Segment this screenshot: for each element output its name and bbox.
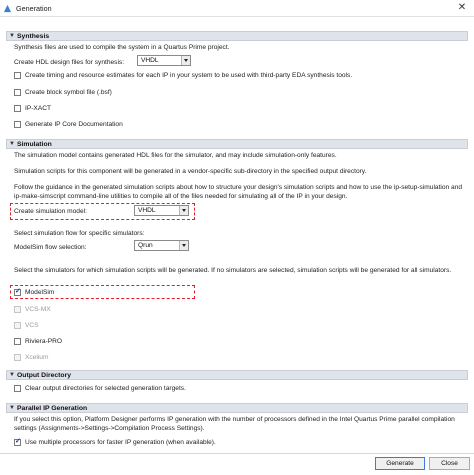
output-directory-section-header[interactable]: ▼ Output Directory <box>6 370 468 380</box>
riviera-pro-label: Riviera-PRO <box>25 338 63 345</box>
simulation-desc-1: The simulation model contains generated … <box>14 152 337 159</box>
ip-xact-label: IP-XACT <box>25 105 52 112</box>
chevron-down-icon <box>181 56 190 65</box>
block-symbol-label: Create block symbol file (.bsf) <box>25 89 112 96</box>
hdl-design-files-value: VHDL <box>141 57 159 64</box>
block-symbol-checkbox[interactable] <box>14 89 21 96</box>
xcelium-checkbox[interactable] <box>14 354 21 361</box>
simulation-section-header[interactable]: ▼ Simulation <box>6 139 468 149</box>
synthesis-description: Synthesis files are used to compile the … <box>14 44 230 51</box>
close-icon[interactable]: ✕ <box>456 2 468 14</box>
simulation-desc-3: Follow the guidance in the generated sim… <box>14 184 463 200</box>
hdl-design-files-select[interactable]: VHDL <box>137 55 191 66</box>
chevron-down-icon <box>179 206 188 215</box>
chevron-down-icon <box>179 241 188 250</box>
simulation-desc-2: Simulation scripts for this component wi… <box>14 168 367 175</box>
collapse-triangle-icon: ▼ <box>9 33 15 39</box>
hdl-design-files-label: Create HDL design files for synthesis: <box>14 59 125 66</box>
footer-separator <box>0 453 474 454</box>
ip-core-docs-checkbox[interactable] <box>14 121 21 128</box>
ip-xact-checkbox[interactable] <box>14 105 21 112</box>
collapse-triangle-icon: ▼ <box>9 372 15 378</box>
modelsim-label: ModelSim <box>25 289 55 296</box>
title-bar: Generation ✕ <box>0 0 474 17</box>
vcs-mx-checkbox[interactable] <box>14 306 21 313</box>
timing-estimates-checkbox[interactable] <box>14 72 21 79</box>
clear-output-label: Clear output directories for selected ge… <box>25 385 186 392</box>
vcs-mx-label: VCS-MX <box>25 306 51 313</box>
output-directory-header-label: Output Directory <box>17 372 72 379</box>
timing-estimates-label: Create timing and resource estimates for… <box>25 72 353 79</box>
xcelium-label: Xcelium <box>25 354 49 361</box>
app-icon <box>3 4 12 13</box>
multiple-processors-checkbox[interactable] <box>14 437 21 446</box>
vcs-label: VCS <box>25 322 39 329</box>
parallel-section-header[interactable]: ▼ Parallel IP Generation <box>6 403 468 413</box>
synthesis-header-label: Synthesis <box>17 33 50 40</box>
modelsim-flow-value: Qrun <box>138 242 153 249</box>
simulator-selection-intro: Select the simulators for which simulati… <box>14 267 452 274</box>
modelsim-flow-label: ModelSim flow selection: <box>14 244 87 251</box>
riviera-pro-checkbox[interactable] <box>14 338 21 345</box>
simulation-model-value: VHDL <box>138 207 156 214</box>
parallel-header-label: Parallel IP Generation <box>17 405 88 412</box>
simulation-flow-intro: Select simulation flow for specific simu… <box>14 230 145 237</box>
synthesis-section-header[interactable]: ▼ Synthesis <box>6 31 468 41</box>
ip-core-docs-label: Generate IP Core Documentation <box>25 121 123 128</box>
window-title: Generation <box>16 4 52 13</box>
close-button[interactable]: Close <box>429 457 470 470</box>
vcs-checkbox[interactable] <box>14 322 21 329</box>
collapse-triangle-icon: ▼ <box>9 405 15 411</box>
simulation-model-label: Create simulation model: <box>14 208 87 215</box>
simulation-header-label: Simulation <box>17 141 52 148</box>
parallel-description: If you select this option, Platform Desi… <box>14 416 455 432</box>
modelsim-checkbox[interactable] <box>14 287 21 296</box>
collapse-triangle-icon: ▼ <box>9 141 15 147</box>
modelsim-flow-select[interactable]: Qrun <box>134 240 189 251</box>
simulation-model-select[interactable]: VHDL <box>134 205 189 216</box>
generate-button[interactable]: Generate <box>375 457 425 470</box>
multiple-processors-label: Use multiple processors for faster IP ge… <box>25 439 216 446</box>
clear-output-checkbox[interactable] <box>14 385 21 392</box>
